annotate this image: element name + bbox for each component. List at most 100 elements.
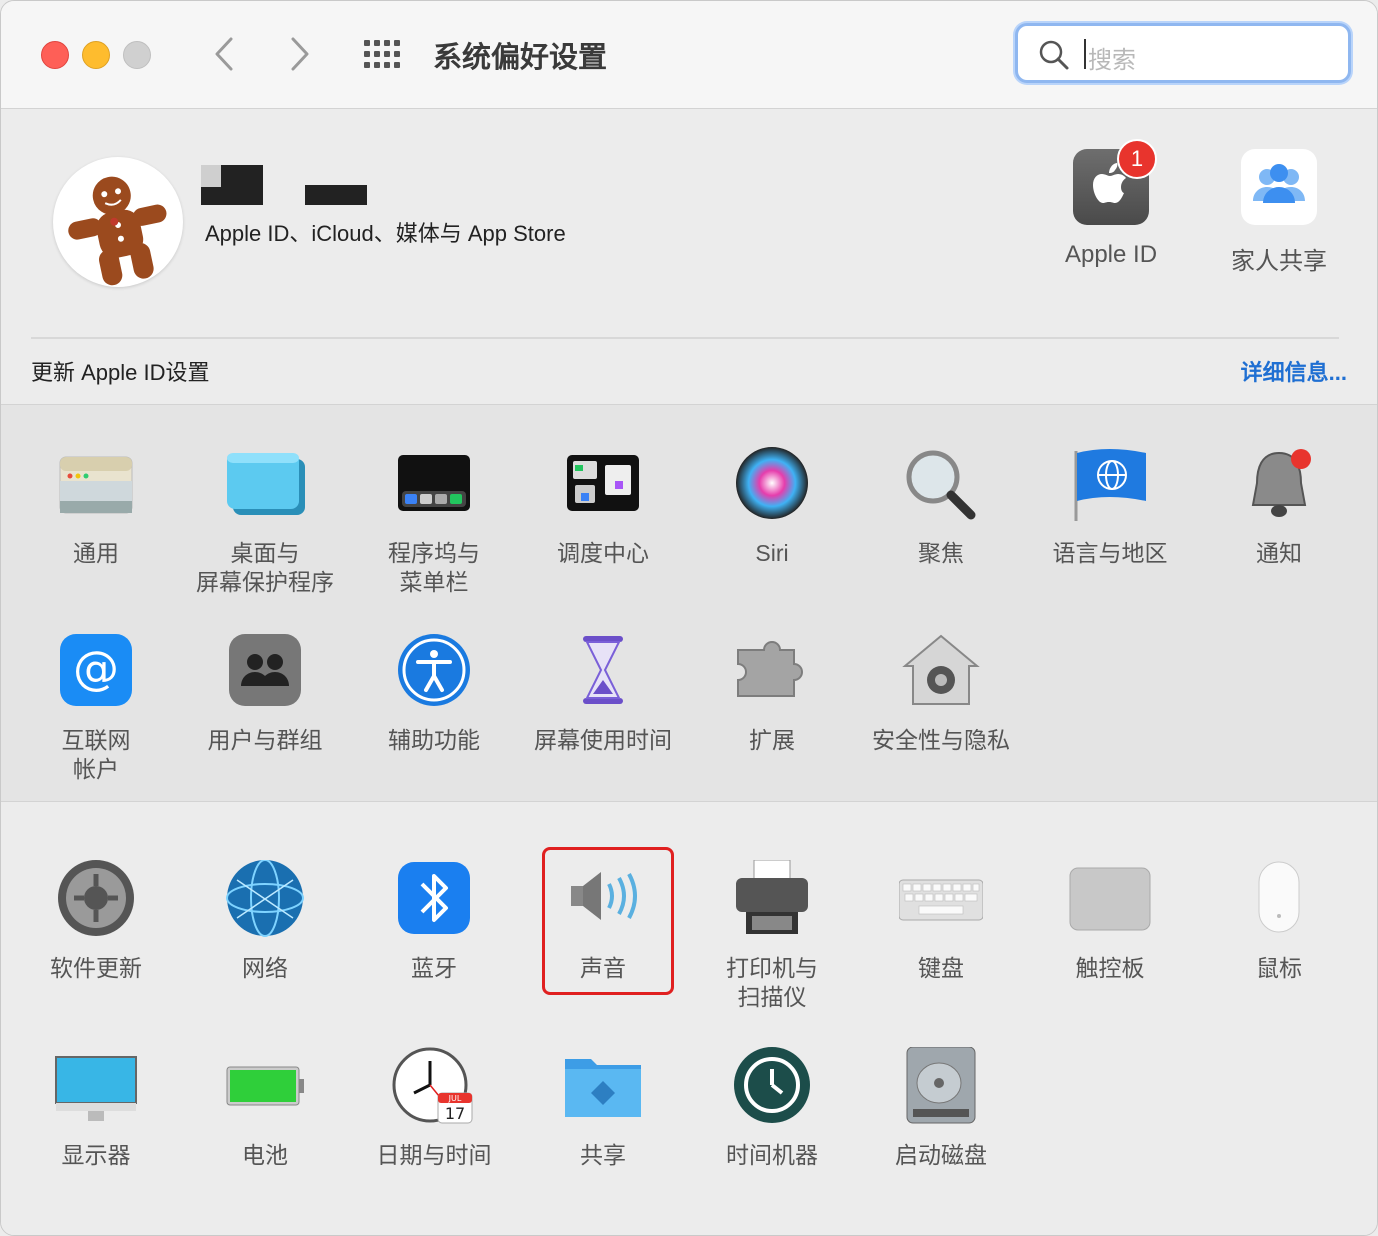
pane-battery[interactable]: 电池 [180,1047,350,1170]
pane-label: 语言与地区 [1052,540,1168,566]
zoom-window-button[interactable] [123,41,151,69]
family-sharing-pane[interactable]: 家人共享 [1199,149,1359,276]
keyboard-icon [898,860,984,944]
pane-label: 电池 [242,1142,288,1168]
pane-keyboard[interactable]: 键盘 [856,860,1026,983]
notifications-icon [1237,445,1321,529]
sound-icon [561,860,645,944]
mouse-icon [1237,860,1321,944]
pane-extensions[interactable]: 扩展 [687,632,857,755]
calendar-day: 17 [445,1104,465,1123]
apple-id-banner: Apple ID、iCloud、媒体与 App Store 1 Apple ID [1,109,1377,405]
pane-sound[interactable]: 声音 [518,860,688,983]
forward-button[interactable] [281,33,317,75]
pane-notifications[interactable]: 通知 [1194,445,1364,568]
security-icon [899,632,983,716]
personal-panes-section: 通用 桌面与 屏幕保护程序 程序坞与 菜单栏 调度中心 Siri 聚焦 语言与地… [1,405,1377,802]
pane-general[interactable]: 通用 [11,445,181,568]
accessibility-icon [392,632,476,716]
redacted-name-edge [201,165,221,187]
chevron-left-icon [215,37,233,71]
software-update-icon [54,860,138,944]
pane-label: 辅助功能 [388,727,480,753]
network-icon [223,859,307,944]
pane-accessibility[interactable]: 辅助功能 [349,632,519,755]
pane-label: Siri [755,540,789,566]
show-all-button[interactable] [363,39,403,69]
divider [31,337,1339,339]
pane-users-groups[interactable]: 用户与群组 [180,632,350,755]
pane-label: 显示器 [61,1142,131,1168]
spotlight-icon [899,445,983,529]
pane-label: 聚焦 [918,540,964,566]
search-field[interactable]: 搜索 [1015,23,1351,83]
users-icon [223,632,307,716]
pane-label: 启动磁盘 [895,1142,987,1168]
language-icon [1068,445,1152,529]
pane-trackpad[interactable]: 触控板 [1025,860,1195,983]
search-placeholder: 搜索 [1088,47,1136,74]
family-sharing-icon [1241,149,1317,225]
details-link[interactable]: 详细信息... [1241,355,1347,387]
pane-mouse[interactable]: 鼠标 [1194,860,1364,983]
pane-label: 触控板 [1075,955,1145,981]
bluetooth-icon [392,860,476,944]
avatar[interactable] [53,157,183,287]
pane-siri[interactable]: Siri [687,445,857,568]
pane-date-time[interactable]: JUL 17 日期与时间 [349,1047,519,1170]
gingerbread-avatar-icon [68,174,167,286]
close-window-button[interactable] [41,41,69,69]
pane-label: 时间机器 [726,1142,818,1168]
pane-bluetooth[interactable]: 蓝牙 [349,860,519,983]
pane-label: 日期与时间 [376,1142,492,1168]
siri-icon [730,445,814,529]
pane-label: 声音 [580,955,626,981]
redacted-surname [305,185,367,205]
apple-logo-icon: 1 [1073,139,1157,225]
pane-sharing[interactable]: 共享 [518,1047,688,1170]
pane-dock-menubar[interactable]: 程序坞与 菜单栏 [349,445,519,597]
extensions-icon [730,632,814,716]
pane-language-region[interactable]: 语言与地区 [1025,445,1195,568]
battery-icon [223,1047,307,1131]
system-preferences-window: 系统偏好设置 搜索 Apple ID、iCloud、媒体与 App Store … [0,0,1378,1236]
pane-time-machine[interactable]: 时间机器 [687,1047,857,1170]
minimize-window-button[interactable] [82,41,110,69]
pane-security-privacy[interactable]: 安全性与隐私 [856,632,1026,755]
pane-startup-disk[interactable]: 启动磁盘 [856,1046,1026,1170]
pane-label: 软件更新 [50,955,142,981]
pane-displays[interactable]: 显示器 [11,1047,181,1170]
family-sharing-label: 家人共享 [1231,248,1327,275]
notification-badge: 1 [1117,139,1157,179]
pane-label: 扩展 [749,727,795,753]
update-apple-id-text: 更新 Apple ID设置 [31,360,210,385]
apple-id-label: Apple ID [1064,241,1158,268]
pane-label: 鼠标 [1256,955,1302,981]
desktop-icon [223,445,307,529]
pane-label: 互联网 帐户 [61,727,131,782]
pane-mission-control[interactable]: 调度中心 [518,445,688,568]
pane-label: 安全性与隐私 [872,727,1010,753]
pane-label: 蓝牙 [411,955,457,981]
trackpad-icon [1068,860,1152,944]
pane-network[interactable]: 网络 [180,859,350,983]
pane-label: 用户与群组 [207,727,323,753]
sharing-icon [561,1047,645,1131]
screen-time-icon [561,632,645,716]
pane-internet-accounts[interactable]: @ 互联网 帐户 [11,632,181,784]
svg-text:@: @ [73,641,119,695]
pane-label: 程序坞与 菜单栏 [388,540,480,595]
pane-desktop-screensaver[interactable]: 桌面与 屏幕保护程序 [180,445,350,597]
pane-spotlight[interactable]: 聚焦 [856,445,1026,568]
apple-id-pane[interactable]: 1 Apple ID [1031,139,1191,269]
pane-label: 通用 [73,540,119,566]
printer-icon [730,859,814,944]
pane-printers-scanners[interactable]: 打印机与 扫描仪 [687,859,857,1012]
pane-label: 桌面与 屏幕保护程序 [196,540,334,595]
pane-label: 调度中心 [557,540,649,566]
pane-screen-time[interactable]: 屏幕使用时间 [518,632,688,755]
time-machine-icon [730,1047,814,1131]
hardware-panes-section: 软件更新 网络 蓝牙 声音 打印机与 扫描仪 键盘 触控板 鼠标 显示器 电池 … [1,802,1377,1235]
back-button[interactable] [207,33,243,75]
pane-software-update[interactable]: 软件更新 [11,860,181,983]
